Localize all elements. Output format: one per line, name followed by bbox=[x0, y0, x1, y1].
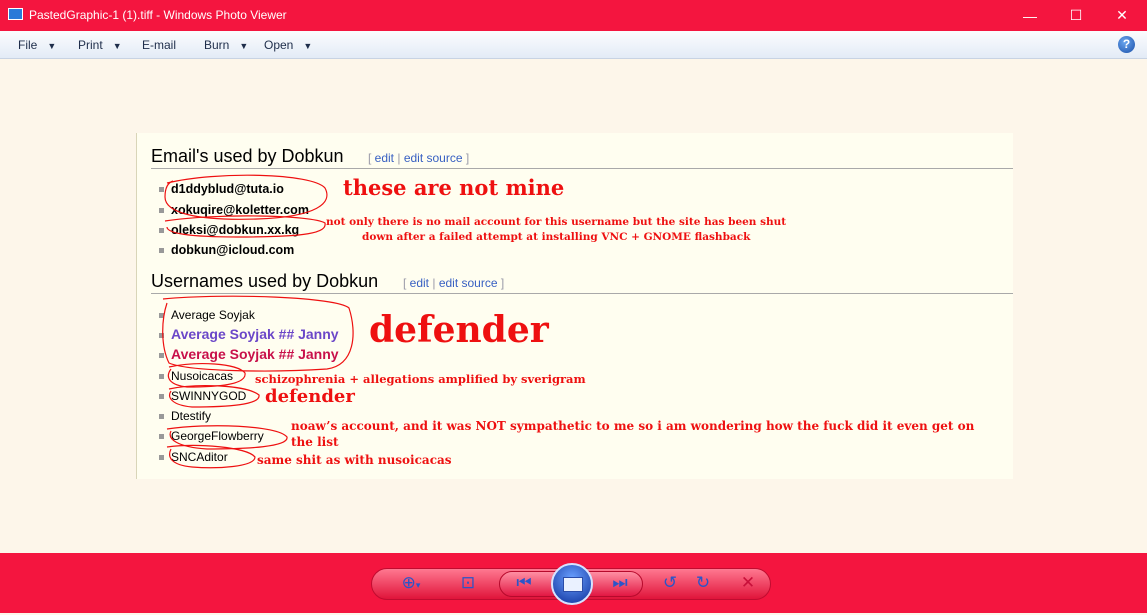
next-icon[interactable]: ⏭ bbox=[607, 553, 633, 613]
menu-print[interactable]: Print ▼ bbox=[78, 38, 122, 52]
annotation-schizo: schizophrenia + allegations amplified by… bbox=[255, 372, 586, 386]
menu-burn-label: Burn bbox=[204, 38, 230, 52]
photo-viewer-app-icon bbox=[8, 8, 23, 20]
menu-open-label: Open bbox=[264, 38, 294, 52]
photo-display-area: Email's used by Dobkun [ edit | edit sou… bbox=[0, 59, 1147, 553]
menu-email-label: E-mail bbox=[142, 38, 177, 52]
zoom-icon[interactable]: ⊕▾ bbox=[398, 553, 424, 615]
title-bar: PastedGraphic-1 (1).tiff - Windows Photo… bbox=[0, 0, 1147, 31]
menu-file-label: File bbox=[18, 38, 38, 52]
rotate-right-icon[interactable]: ↻ bbox=[690, 553, 716, 613]
annotation-noaw-1: noaw’s account, and it was NOT sympathet… bbox=[291, 419, 975, 433]
window-title: PastedGraphic-1 (1).tiff - Windows Photo… bbox=[29, 8, 287, 22]
menu-bar: File ▼ Print ▼ E-mail Burn ▼ Open ▼ ? bbox=[0, 31, 1147, 59]
annotation-same-shit: same shit as with nusoicacas bbox=[257, 453, 452, 467]
menu-open[interactable]: Open ▼ bbox=[264, 38, 312, 52]
delete-icon[interactable]: ✕ bbox=[735, 553, 761, 613]
maximize-button[interactable]: ☐ bbox=[1053, 0, 1099, 31]
displayed-image: Email's used by Dobkun [ edit | edit sou… bbox=[136, 133, 1013, 479]
annotation-mail-note-2: down after a failed attempt at installin… bbox=[362, 231, 751, 243]
menu-burn[interactable]: Burn ▼ bbox=[204, 38, 248, 52]
minimize-button[interactable]: — bbox=[1007, 0, 1053, 31]
annotation-mail-note-1: not only there is no mail account for th… bbox=[326, 216, 787, 228]
annotation-defender-small: defender bbox=[265, 386, 355, 407]
chevron-down-icon: ▼ bbox=[47, 41, 57, 51]
chevron-down-icon: ▼ bbox=[239, 41, 249, 51]
actual-size-icon[interactable]: ⊡ bbox=[455, 553, 481, 613]
annotation-defender-big: defender bbox=[369, 309, 549, 351]
annotation-noaw-2: the list bbox=[291, 435, 339, 449]
chevron-down-icon: ▼ bbox=[112, 41, 122, 51]
rotate-left-icon[interactable]: ↺ bbox=[657, 553, 683, 613]
slideshow-icon[interactable] bbox=[551, 563, 593, 605]
previous-icon[interactable]: ⏮ bbox=[511, 553, 537, 613]
bottom-toolbar: ⊕▾ ⊡ ⏮ ⏭ ↺ ↻ ✕ bbox=[0, 553, 1147, 613]
help-icon[interactable]: ? bbox=[1118, 36, 1135, 53]
menu-file[interactable]: File ▼ bbox=[18, 38, 56, 52]
close-button[interactable]: ✕ bbox=[1099, 0, 1145, 31]
annotation-not-mine: these are not mine bbox=[343, 175, 565, 200]
menu-email[interactable]: E-mail bbox=[142, 38, 176, 52]
menu-print-label: Print bbox=[78, 38, 103, 52]
chevron-down-icon: ▼ bbox=[303, 41, 313, 51]
